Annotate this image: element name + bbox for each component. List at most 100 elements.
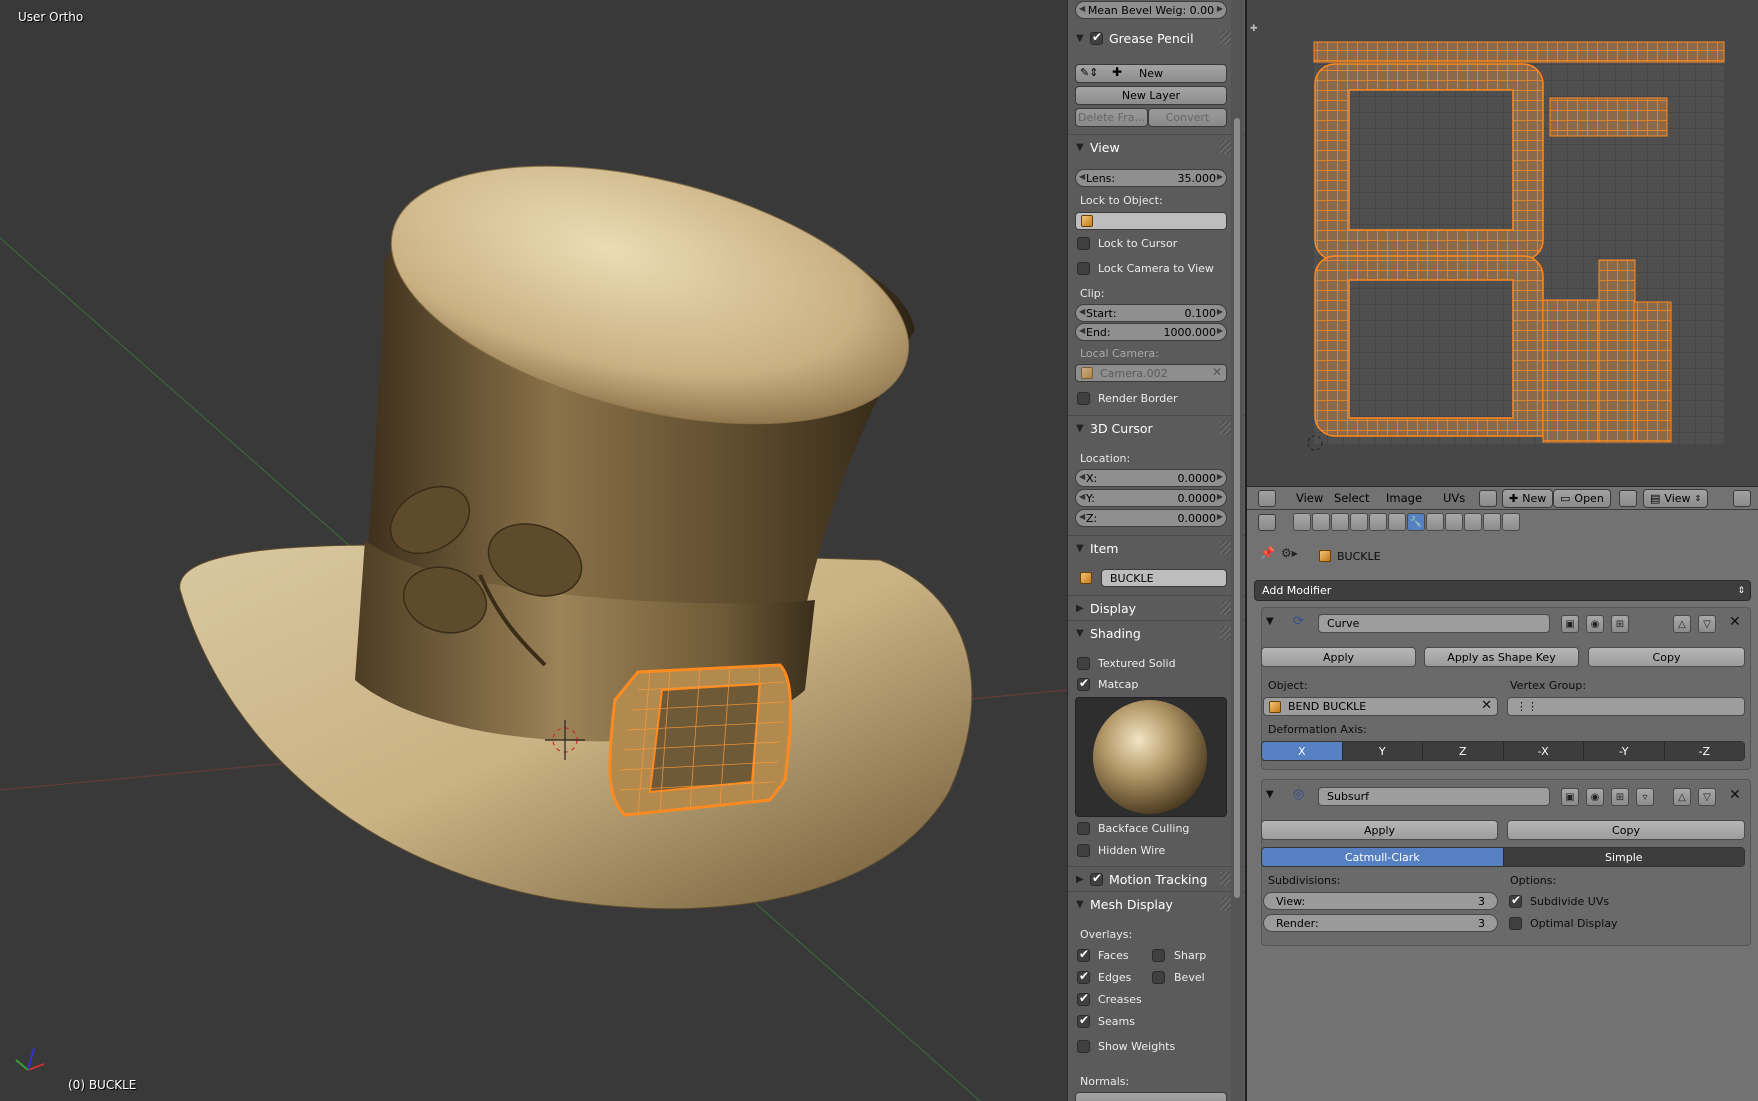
editmode-toggle-icon[interactable]: ⊞ (1611, 788, 1629, 806)
move-up-icon[interactable]: △ (1673, 788, 1691, 806)
constraints-tab-icon[interactable] (1388, 513, 1406, 531)
seams-checkbox[interactable] (1077, 1013, 1090, 1028)
subsurf-apply-button[interactable]: Apply (1261, 820, 1498, 840)
cursor-panel-header[interactable]: ▼ 3D Cursor (1068, 416, 1245, 440)
data-tab-icon[interactable] (1426, 513, 1444, 531)
bevel-checkbox[interactable] (1152, 971, 1165, 984)
mesh-display-panel-header[interactable]: ▼ Mesh Display (1068, 892, 1245, 916)
curve-modifier-name[interactable]: Curve (1318, 614, 1550, 633)
lock-to-cursor-checkbox[interactable] (1077, 237, 1090, 250)
grease-pencil-panel-header[interactable]: ▼ Grease Pencil (1068, 26, 1245, 50)
faces-checkbox[interactable] (1077, 947, 1090, 962)
grease-pencil-toggle[interactable] (1090, 30, 1103, 45)
delete-frame-button[interactable]: Delete Fra... (1075, 108, 1148, 127)
render-tab-icon[interactable] (1293, 513, 1311, 531)
properties-editor-type-icon[interactable] (1258, 514, 1276, 531)
matcap-checkbox[interactable] (1077, 676, 1090, 691)
new-layer-button[interactable]: New Layer (1075, 86, 1227, 105)
axis-option[interactable]: -X (1503, 742, 1584, 760)
editmode-toggle-icon[interactable]: ⊞ (1611, 615, 1629, 633)
move-down-icon[interactable]: ▽ (1698, 615, 1716, 633)
3d-viewport[interactable]: User Ortho (0) BUCKLE (0, 0, 1067, 1101)
subdiv-render-field[interactable]: Render: 3 (1263, 914, 1498, 932)
menu-image[interactable]: Image (1386, 491, 1422, 505)
menu-select[interactable]: Select (1334, 491, 1369, 505)
simple-option[interactable]: Simple (1503, 848, 1744, 866)
lock-object-selector[interactable] (1075, 212, 1227, 230)
uv-corner-widget[interactable]: ✚ (1250, 24, 1260, 34)
edges-checkbox[interactable] (1077, 969, 1090, 984)
image-browse-icon[interactable] (1479, 490, 1497, 507)
vertex-group-field[interactable]: ⋮⋮ (1507, 697, 1745, 716)
axis-option[interactable]: X (1262, 742, 1343, 760)
subsurf-copy-button[interactable]: Copy (1507, 820, 1745, 840)
cursor-z-field[interactable]: ◀ Z: 0.0000 ▶ (1075, 509, 1227, 527)
clip-start-field[interactable]: ◀ Start: 0.100 ▶ (1075, 304, 1227, 322)
lock-camera-checkbox[interactable] (1077, 262, 1090, 275)
sharp-checkbox[interactable] (1152, 949, 1165, 962)
npanel-scrollbar[interactable] (1231, 0, 1243, 1101)
matcap-preview[interactable] (1075, 697, 1227, 817)
hidden-wire-checkbox[interactable] (1077, 844, 1090, 857)
open-image-button[interactable]: ▭ Open (1553, 489, 1611, 508)
creases-checkbox[interactable] (1077, 991, 1090, 1006)
axis-option[interactable]: Y (1342, 742, 1423, 760)
physics-tab-icon[interactable] (1502, 513, 1520, 531)
subdivide-uvs-checkbox[interactable] (1509, 893, 1522, 908)
cursor-y-field[interactable]: ◀ Y: 0.0000 ▶ (1075, 489, 1227, 507)
menu-view[interactable]: View (1296, 491, 1323, 505)
visibility-eye-icon[interactable]: ◉ (1586, 615, 1604, 633)
mean-bevel-field[interactable]: ◀ Mean Bevel Weig: 0.00 ▶ (1075, 1, 1227, 19)
backface-culling-checkbox[interactable] (1077, 822, 1090, 835)
convert-button[interactable]: Convert (1148, 108, 1227, 127)
view-panel-header[interactable]: ▼ View (1068, 135, 1245, 159)
optimal-display-checkbox[interactable] (1509, 917, 1522, 930)
render-border-checkbox[interactable] (1077, 392, 1090, 405)
scrollbar-thumb[interactable] (1234, 118, 1240, 898)
axis-option[interactable]: Z (1423, 742, 1504, 760)
axis-option[interactable]: -Y (1584, 742, 1665, 760)
lens-field[interactable]: ◀ Lens: 35.000 ▶ (1075, 169, 1227, 187)
local-camera-selector[interactable]: Camera.002 ✕ (1075, 364, 1227, 382)
clear-x-icon[interactable]: ✕ (1481, 698, 1492, 713)
object-tab-icon[interactable] (1369, 513, 1387, 531)
texture-tab-icon[interactable] (1464, 513, 1482, 531)
layers-tab-icon[interactable] (1312, 513, 1330, 531)
move-down-icon[interactable]: ▽ (1698, 788, 1716, 806)
menu-uvs[interactable]: UVs (1443, 491, 1465, 505)
render-toggle-icon[interactable]: ▣ (1561, 788, 1579, 806)
collapse-triangle-icon[interactable]: ▼ (1266, 789, 1274, 800)
add-modifier-dropdown[interactable]: Add Modifier ⇕ (1254, 580, 1751, 601)
render-toggle-icon[interactable]: ▣ (1561, 615, 1579, 633)
item-name-field[interactable]: BUCKLE (1101, 569, 1227, 587)
textured-solid-checkbox[interactable] (1077, 657, 1090, 670)
cursor-x-field[interactable]: ◀ X: 0.0000 ▶ (1075, 469, 1227, 487)
motion-tracking-panel-header[interactable]: ▶ Motion Tracking (1068, 867, 1245, 891)
material-tab-icon[interactable] (1445, 513, 1463, 531)
pin-icon[interactable]: 📌 (1260, 546, 1275, 560)
curve-object-field[interactable]: BEND BUCKLE ✕ (1263, 697, 1498, 716)
move-up-icon[interactable]: △ (1673, 615, 1691, 633)
view-mode-dropdown[interactable]: ▤ View ⇕ (1643, 489, 1709, 508)
catmull-clark-option[interactable]: Catmull-Clark (1262, 848, 1504, 866)
curve-apply-button[interactable]: Apply (1261, 647, 1416, 667)
cage-toggle-icon[interactable]: ▿ (1636, 788, 1654, 806)
world-tab-icon[interactable] (1350, 513, 1368, 531)
show-weights-checkbox[interactable] (1077, 1040, 1090, 1053)
modifiers-tab-icon[interactable]: 🔧 (1407, 513, 1425, 531)
uv-editor[interactable]: ✚ (1247, 0, 1758, 486)
close-x-icon[interactable]: ✕ (1729, 614, 1741, 630)
editor-type-icon[interactable] (1258, 490, 1276, 507)
collapse-triangle-icon[interactable]: ▼ (1266, 616, 1274, 627)
display-panel-header[interactable]: ▶ Display (1068, 596, 1245, 620)
particles-tab-icon[interactable] (1483, 513, 1501, 531)
clip-end-field[interactable]: ◀ End: 1000.000 ▶ (1075, 323, 1227, 341)
subdiv-view-field[interactable]: View: 3 (1263, 892, 1498, 910)
normals-buttons[interactable] (1075, 1092, 1227, 1101)
close-x-icon[interactable]: ✕ (1729, 787, 1741, 803)
motion-tracking-toggle[interactable] (1090, 871, 1103, 886)
item-panel-header[interactable]: ▼ Item (1068, 536, 1245, 560)
pin-icon[interactable] (1619, 490, 1637, 507)
snapshot-icon[interactable] (1733, 490, 1751, 507)
subsurf-modifier-name[interactable]: Subsurf (1318, 787, 1550, 806)
